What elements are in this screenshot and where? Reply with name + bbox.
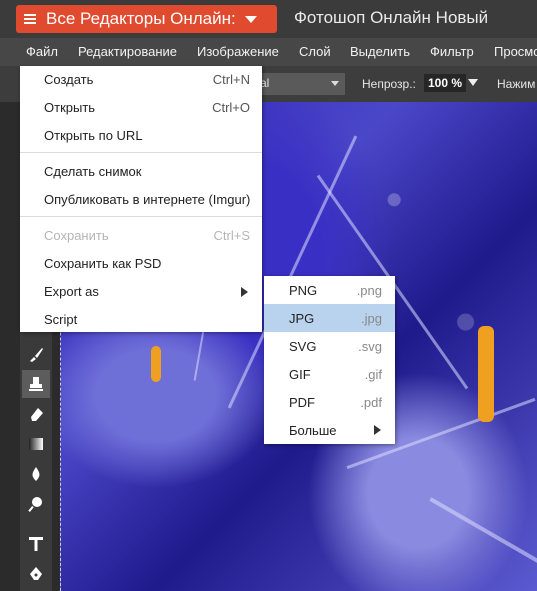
export-extension: .svg — [358, 339, 382, 354]
eraser-tool[interactable] — [22, 400, 50, 428]
blur-tool[interactable] — [22, 460, 50, 488]
menu-item-save-psd[interactable]: Сохранить как PSD — [20, 250, 262, 276]
submenu-arrow-icon — [374, 425, 381, 435]
menu-item-label: Сделать снимок — [44, 164, 142, 179]
menu-item-label: Export as — [44, 284, 99, 299]
menu-item-shortcut: Ctrl+S — [213, 228, 250, 243]
caret-down-icon — [244, 15, 257, 23]
export-format-label: GIF — [289, 367, 311, 382]
press-label: Нажим — [497, 77, 536, 91]
menu-divider — [20, 152, 262, 153]
export-format-label: SVG — [289, 339, 317, 354]
brush-icon — [30, 348, 43, 362]
menu-item-publish-imgur[interactable]: Опубликовать в интернете (Imgur) — [20, 186, 262, 212]
menu-item-new[interactable]: Создать Ctrl+N — [20, 66, 262, 92]
export-format-label: Больше — [289, 423, 337, 438]
file-menu-dropdown: Создать Ctrl+N Открыть Ctrl+O Открыть по… — [20, 66, 262, 332]
pen-icon — [30, 567, 42, 580]
menu-item-script[interactable]: Script — [20, 306, 262, 332]
menu-item-label: Создать — [44, 72, 94, 87]
export-extension: .gif — [364, 367, 382, 382]
export-jpg[interactable]: JPG .jpg — [264, 304, 395, 332]
menu-item-snapshot[interactable]: Сделать снимок — [20, 158, 262, 184]
menu-item-label: Сохранить как PSD — [44, 256, 162, 271]
text-tool[interactable] — [22, 530, 50, 558]
all-editors-label: Все Редакторы Онлайн: — [46, 9, 236, 28]
dropdown-arrow-icon — [331, 81, 339, 86]
dodge-icon — [28, 497, 42, 512]
export-gif[interactable]: GIF .gif — [264, 360, 395, 388]
menu-item-shortcut: Ctrl+O — [212, 100, 250, 115]
export-extension: .jpg — [361, 311, 382, 326]
app-title: Фотошоп Онлайн Новый — [294, 8, 489, 27]
opacity-label: Непрозр.: — [362, 77, 416, 91]
menu-image[interactable]: Изображение — [197, 44, 279, 59]
pen-tool[interactable] — [22, 560, 50, 588]
brush-tool[interactable] — [22, 340, 50, 368]
image-detail — [429, 497, 537, 571]
menu-edit[interactable]: Редактирование — [78, 44, 177, 59]
all-editors-button[interactable]: Все Редакторы Онлайн: — [16, 5, 277, 33]
export-extension: .png — [356, 283, 382, 298]
menu-item-open-url[interactable]: Открыть по URL — [20, 122, 262, 148]
export-format-label: PDF — [289, 395, 315, 410]
menu-item-label: Открыть по URL — [44, 128, 143, 143]
menu-item-export-as[interactable]: Export as — [20, 278, 262, 304]
stamp-tool[interactable] — [22, 370, 50, 398]
image-detail — [478, 326, 494, 422]
menu-item-label: Сохранить — [44, 228, 109, 243]
text-icon — [29, 537, 43, 551]
export-more[interactable]: Больше — [264, 416, 395, 444]
menu-view[interactable]: Просмо — [494, 44, 537, 59]
blur-icon — [32, 467, 40, 481]
gradient-tool[interactable] — [22, 430, 50, 458]
menu-item-save: Сохранить Ctrl+S — [20, 222, 262, 248]
menu-filter[interactable]: Фильтр — [430, 44, 474, 59]
stamp-icon — [29, 377, 43, 391]
export-pdf[interactable]: PDF .pdf — [264, 388, 395, 416]
hamburger-icon — [24, 14, 36, 24]
top-banner: Все Редакторы Онлайн: Фотошоп Онлайн Нов… — [0, 0, 537, 38]
menu-item-open[interactable]: Открыть Ctrl+O — [20, 94, 262, 120]
dodge-tool[interactable] — [22, 490, 50, 518]
menu-item-label: Script — [44, 312, 78, 327]
export-png[interactable]: PNG .png — [264, 276, 395, 304]
eraser-icon — [31, 408, 43, 421]
export-svg[interactable]: SVG .svg — [264, 332, 395, 360]
submenu-arrow-icon — [241, 287, 248, 297]
gradient-icon — [29, 438, 43, 450]
opacity-input[interactable]: 100 % — [424, 74, 467, 92]
opacity-dropdown-icon[interactable] — [468, 79, 478, 86]
menu-item-shortcut: Ctrl+N — [212, 72, 250, 87]
menu-divider — [20, 216, 262, 217]
export-submenu: PNG .png JPG .jpg SVG .svg GIF .gif PDF … — [264, 276, 395, 444]
image-detail — [151, 346, 161, 382]
menu-select[interactable]: Выделить — [350, 44, 410, 59]
menu-item-label: Открыть — [44, 100, 96, 115]
menu-file[interactable]: Файл — [26, 44, 58, 59]
menu-layer[interactable]: Слой — [299, 44, 331, 59]
menu-item-label: Опубликовать в интернете (Imgur) — [44, 192, 251, 207]
export-extension: .pdf — [360, 395, 382, 410]
export-format-label: PNG — [289, 283, 318, 298]
menu-bar: Файл Редактирование Изображение Слой Выд… — [0, 38, 537, 66]
export-format-label: JPG — [289, 311, 315, 326]
